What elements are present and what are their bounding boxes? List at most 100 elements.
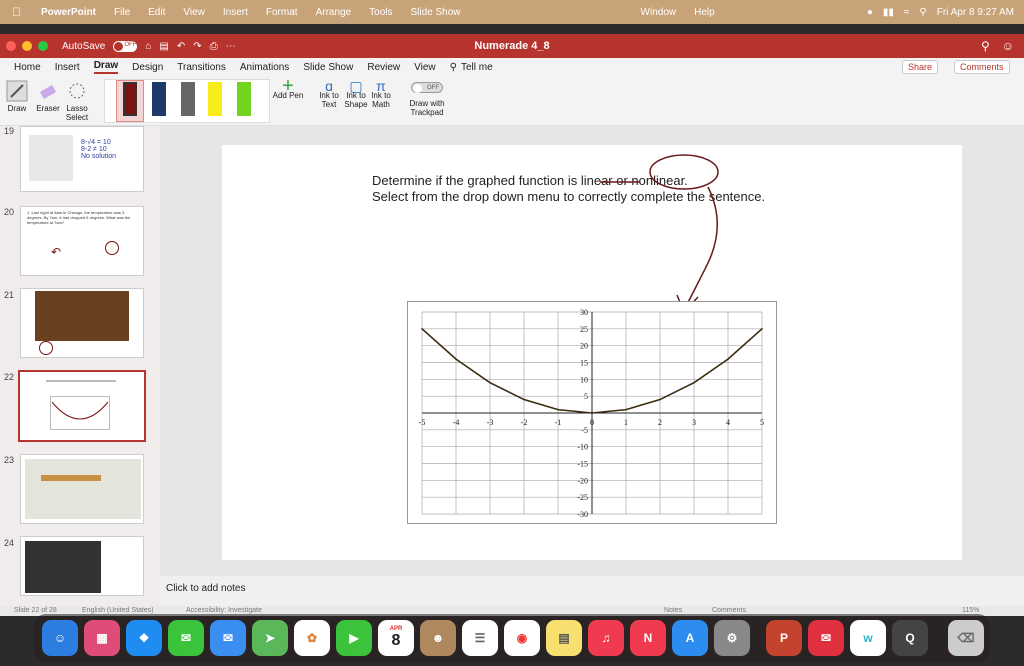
menu-tools[interactable]: Tools [369,7,392,18]
reminders-icon[interactable]: ☰ [462,620,498,656]
pen-dark-red[interactable] [123,82,137,116]
pen-gray[interactable] [181,82,195,116]
slide-thumb-19[interactable]: 8-√4 = 10 8-2 ≠ 10 No solution [20,126,144,192]
ink-to-shape-button[interactable]: ▢ Ink to Shape [343,79,369,109]
notes-toggle[interactable]: Notes [664,607,682,614]
menu-format[interactable]: Format [266,7,298,18]
zoom-level[interactable]: 115% [962,607,979,614]
redo-icon[interactable]: ↷ [193,41,201,52]
tab-slideshow[interactable]: Slide Show [303,62,353,73]
highlighter-yellow[interactable] [208,82,222,116]
tab-insert[interactable]: Insert [55,62,80,73]
messages-icon[interactable]: ✉ [168,620,204,656]
menu-bar:  PowerPoint File Edit View Insert Forma… [0,0,1024,24]
maps-icon[interactable]: ➤ [252,620,288,656]
contacts-icon[interactable]: ☻ [420,620,456,656]
slide-thumbnail-panel: 19 8-√4 = 10 8-2 ≠ 10 No solution 20 1. La… [0,126,160,606]
tab-draw[interactable]: Draw [93,60,119,74]
comments-toggle[interactable]: Comments [712,607,746,614]
mail-icon[interactable]: ✉ [210,620,246,656]
datetime[interactable]: Fri Apr 8 9:27 AM [937,7,1014,18]
trackpad-toggle[interactable]: OFF [411,82,443,93]
autosave-toggle[interactable]: OFF [113,40,138,52]
slide-thumb-24[interactable] [20,536,144,596]
draw-tool-button[interactable]: Draw [4,80,30,113]
notes-pane[interactable]: Click to add notes [160,576,1024,606]
accessibility-status[interactable]: Accessibility: Investigate [186,607,262,614]
close-window-button[interactable] [6,41,16,51]
slide-number: 24 [4,538,15,548]
ink-to-math-button[interactable]: π Ink to Math [368,79,394,109]
lasso-select-button[interactable]: Lasso Select [64,82,90,122]
print-icon[interactable]: ⎙ [210,41,218,52]
notes-icon[interactable]: ▤ [546,620,582,656]
menu-arrange[interactable]: Arrange [316,7,352,18]
quicktime-icon[interactable]: Q [892,620,928,656]
data-point [659,398,661,401]
more-icon[interactable]: ⋯ [226,41,236,52]
music-icon[interactable]: ♫ [588,620,624,656]
slide-thumb-21[interactable] [20,288,144,358]
menu-slideshow[interactable]: Slide Show [411,7,461,18]
save-icon[interactable]: ▤ [159,41,168,52]
comments-button[interactable]: Comments [954,60,1010,74]
tab-transitions[interactable]: Transitions [177,62,226,73]
record-icon[interactable]: ● [867,7,873,18]
undo-icon[interactable]: ↶ [177,41,185,52]
search-icon[interactable]: ⚲ [919,7,926,18]
menu-file[interactable]: File [114,7,130,18]
chrome-icon[interactable]: ◉ [504,620,540,656]
document-title[interactable]: Numerade 4_8 [474,40,549,52]
highlighter-green[interactable] [237,82,251,116]
finder-icon[interactable]: ☺ [42,620,78,656]
minimize-window-button[interactable] [22,41,32,51]
menu-edit[interactable]: Edit [148,7,165,18]
menu-insert[interactable]: Insert [223,7,248,18]
home-icon[interactable]: ⌂ [145,41,151,52]
menu-app-name[interactable]: PowerPoint [41,7,96,18]
news-icon[interactable]: N [630,620,666,656]
launchpad-icon[interactable]: ▦ [84,620,120,656]
add-pen-button[interactable]: + Add Pen [272,76,304,100]
data-point [455,358,457,360]
smiley-icon[interactable]: ☺ [1002,39,1014,53]
tab-animations[interactable]: Animations [240,62,289,73]
slide-canvas[interactable]: Determine if the graphed function is lin… [222,145,962,560]
battery-icon[interactable]: ▮▮ [883,7,894,18]
trash-icon[interactable]: ⌫ [948,620,984,656]
tell-me-field[interactable]: Tell me [461,62,493,73]
apple-icon[interactable]:  [12,5,21,19]
eraser-button[interactable]: Eraser [34,82,62,113]
slide-thumb-20[interactable]: 1. Last night at 8am in Chicago, the tem… [20,206,144,276]
data-point [421,328,423,330]
calendar-icon[interactable]: APR 8 [378,620,414,656]
ink-to-text-button[interactable]: ɑ Ink to Text [316,79,342,109]
facetime-icon[interactable]: ▶ [336,620,372,656]
app-store-icon[interactable]: A [672,620,708,656]
search-icon[interactable]: ⚲ [981,39,990,53]
tab-review[interactable]: Review [367,62,400,73]
safari-icon[interactable]: ❖ [126,620,162,656]
wifi-icon[interactable]: ≈ [904,7,910,18]
tab-home[interactable]: Home [14,62,41,73]
draw-with-trackpad-button[interactable]: OFF Draw with Trackpad [406,82,448,117]
menu-view[interactable]: View [183,7,205,18]
menu-window[interactable]: Window [641,7,677,18]
slide-thumb-22[interactable] [18,370,146,442]
tab-view[interactable]: View [414,62,436,73]
powerpoint-icon[interactable]: P [766,620,802,656]
menu-help[interactable]: Help [694,7,715,18]
y-tick-label: -20 [577,476,588,485]
slide-thumb-23[interactable] [20,454,144,524]
zoom-window-button[interactable] [38,41,48,51]
numerade-icon[interactable]: w [850,620,886,656]
photos-icon[interactable]: ✿ [294,620,330,656]
language-status[interactable]: English (United States) [82,607,154,614]
system-settings-icon[interactable]: ⚙ [714,620,750,656]
slide-editor: Determine if the graphed function is lin… [160,126,1024,576]
mail-app-icon[interactable]: ✉ [808,620,844,656]
share-button[interactable]: Share [902,60,939,74]
x-tick-label: 0 [590,418,594,427]
tab-design[interactable]: Design [132,62,163,73]
pen-dark-blue[interactable] [152,82,166,116]
